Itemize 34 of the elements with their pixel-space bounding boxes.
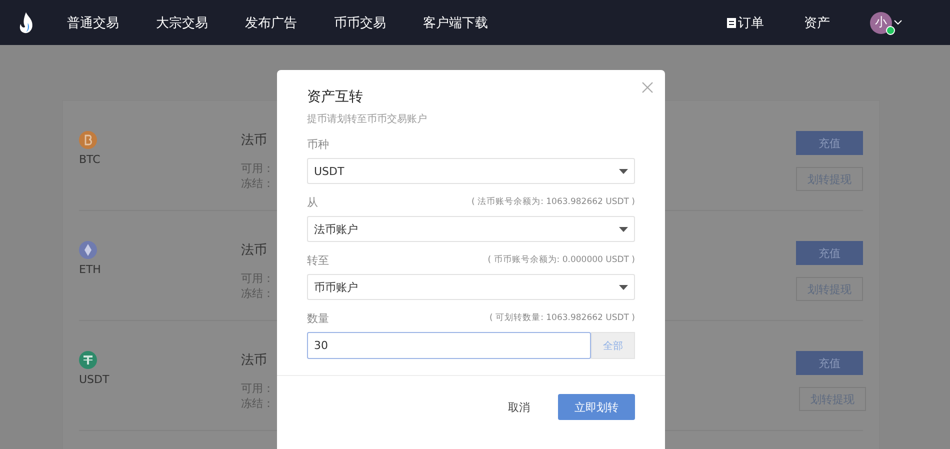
coin-symbol: BTC — [79, 153, 100, 166]
account-title: 法币 — [241, 132, 268, 149]
nav-link[interactable]: 普通交易 — [67, 14, 119, 32]
user-avatar[interactable]: 小 — [870, 12, 892, 34]
field-label: 从 — [307, 194, 318, 210]
nav-link[interactable]: 大宗交易 — [156, 14, 208, 32]
balance-hint: ( 币币账号余额为: 0.000000 USDT ) — [488, 254, 635, 266]
account-title: 法币 — [241, 242, 268, 259]
field-label: 数量 — [307, 310, 329, 326]
dialog-subtitle: 提币请划转至币币交易账户 — [307, 112, 428, 126]
chevron-down-icon[interactable] — [894, 20, 902, 25]
cancel-button[interactable]: 取消 — [494, 394, 544, 420]
document-icon — [727, 18, 736, 28]
nav-link[interactable]: 发布广告 — [245, 14, 297, 32]
field-label: 转至 — [307, 252, 329, 268]
nav-link[interactable]: 币币交易 — [334, 14, 386, 32]
select-field[interactable]: USDT — [307, 158, 635, 184]
select-field[interactable]: 币币账户 — [307, 274, 635, 300]
dropdown-caret-icon — [619, 168, 628, 174]
nav-link[interactable]: 客户端下载 — [423, 14, 488, 32]
orders-link[interactable]: 订单 — [727, 14, 764, 32]
account-title: 法币 — [241, 352, 268, 369]
select-field[interactable]: 法币账户 — [307, 216, 635, 242]
flame-logo-icon[interactable] — [17, 10, 35, 34]
coin-symbol: ETH — [79, 263, 101, 276]
balance-hint: ( 可划转数量: 1063.982662 USDT ) — [490, 312, 635, 324]
coin-symbol: USDT — [79, 373, 110, 386]
assets-link[interactable]: 资产 — [804, 14, 830, 32]
amount-input[interactable]: 30 — [307, 332, 591, 359]
field-label: 币种 — [307, 136, 329, 152]
balance-hint: ( 法币账号余额为: 1063.982662 USDT ) — [472, 196, 635, 208]
dropdown-caret-icon — [619, 226, 628, 232]
dialog-title: 资产互转 — [307, 88, 364, 106]
dropdown-caret-icon — [619, 284, 628, 290]
